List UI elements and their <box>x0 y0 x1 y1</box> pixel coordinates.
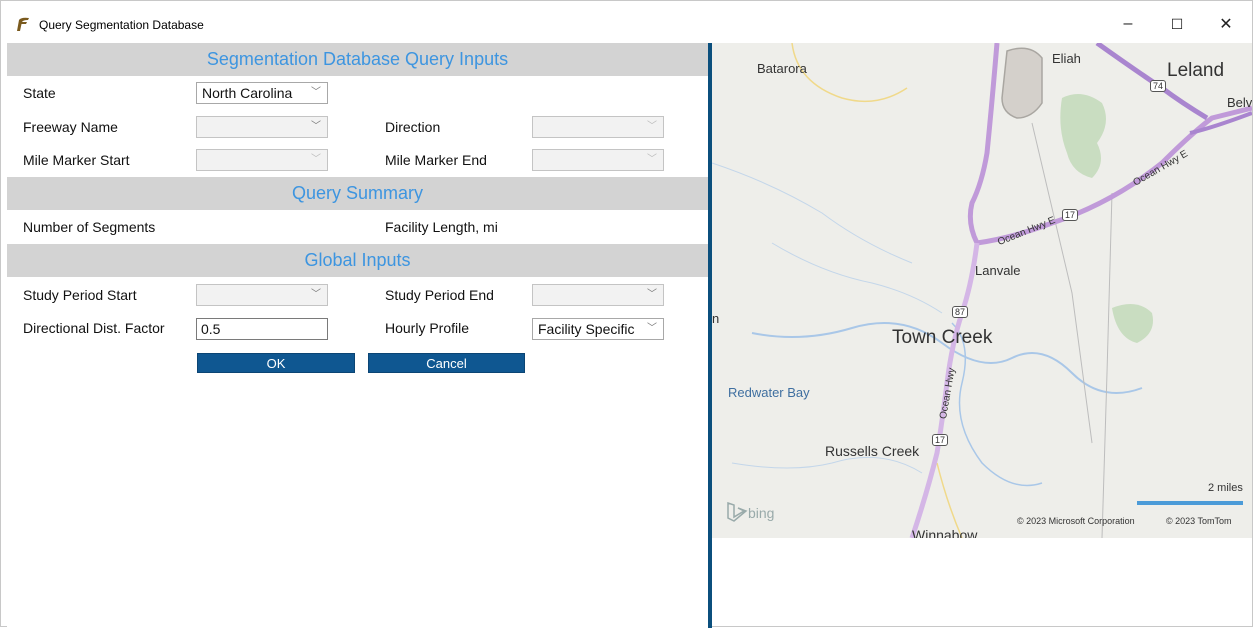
route-shield-17-icon: 17 <box>1062 209 1079 221</box>
section-header-global: Global Inputs <box>7 244 708 277</box>
window-title: Query Segmentation Database <box>39 18 204 32</box>
map-label-town-creek: Town Creek <box>892 327 993 348</box>
map-label-eliah: Eliah <box>1052 51 1081 66</box>
map-view[interactable]: Batarora Eliah Leland Belv Lanvale Town … <box>712 43 1252 538</box>
freeway-name-dropdown[interactable]: ﹀ <box>196 116 328 138</box>
hourly-profile-dropdown[interactable]: Facility Specific ﹀ <box>532 318 664 340</box>
map-label-lanvale: Lanvale <box>975 263 1021 278</box>
mile-marker-end-label: Mile Marker End <box>385 152 487 168</box>
app-logo-icon <box>17 17 29 31</box>
state-value: North Carolina <box>202 85 293 101</box>
map-label-winnabow: Winnabow <box>912 527 978 538</box>
directional-dist-factor-label: Directional Dist. Factor <box>23 320 165 336</box>
chevron-down-icon: ﹀ <box>647 121 657 132</box>
query-form-panel: Segmentation Database Query Inputs State… <box>7 43 708 628</box>
map-label-belv: Belv <box>1227 95 1252 110</box>
chevron-down-icon: ﹀ <box>311 154 321 165</box>
direction-label: Direction <box>385 119 441 135</box>
number-of-segments-label: Number of Segments <box>23 219 156 235</box>
mile-marker-end-dropdown[interactable]: ﹀ <box>532 149 664 171</box>
study-period-end-dropdown[interactable]: ﹀ <box>532 284 664 306</box>
chevron-down-icon: ﹀ <box>311 121 321 132</box>
route-shield-87-icon: 87 <box>952 306 969 318</box>
maximize-button[interactable]: ☐ <box>1154 9 1200 39</box>
chevron-down-icon: ﹀ <box>647 289 657 300</box>
mile-marker-start-label: Mile Marker Start <box>23 152 130 168</box>
close-button[interactable]: ✕ <box>1203 9 1249 39</box>
map-label-leland: Leland <box>1167 60 1225 81</box>
cancel-button[interactable]: Cancel <box>368 353 525 373</box>
state-dropdown[interactable]: North Carolina ﹀ <box>196 82 328 104</box>
scale-label: 2 miles <box>1208 482 1243 494</box>
hourly-profile-label: Hourly Profile <box>385 320 470 336</box>
study-period-end-label: Study Period End <box>385 287 494 303</box>
map-label-redwater-bay: Redwater Bay <box>728 385 810 400</box>
directional-dist-factor-input[interactable]: 0.5 <box>196 318 328 340</box>
study-period-start-label: Study Period Start <box>23 287 137 303</box>
state-label: State <box>23 85 56 101</box>
chevron-down-icon: ﹀ <box>647 323 657 334</box>
freeway-name-label: Freeway Name <box>23 119 118 135</box>
copyright-microsoft: © 2023 Microsoft Corporation <box>1017 516 1135 526</box>
direction-dropdown[interactable]: ﹀ <box>532 116 664 138</box>
ok-button[interactable]: OK <box>197 353 355 373</box>
title-bar: Query Segmentation Database – ☐ ✕ <box>1 1 1252 43</box>
map-label-n: n <box>712 311 720 326</box>
facility-length-label: Facility Length, mi <box>385 219 498 235</box>
chevron-down-icon: ﹀ <box>647 154 657 165</box>
bing-logo: bing <box>748 505 775 521</box>
map-label-batarora: Batarora <box>757 61 807 76</box>
query-window: Query Segmentation Database – ☐ ✕ Segmen… <box>0 0 1253 628</box>
chevron-down-icon: ﹀ <box>311 87 321 98</box>
study-period-start-dropdown[interactable]: ﹀ <box>196 284 328 306</box>
section-header-summary: Query Summary <box>7 177 708 210</box>
hourly-profile-value: Facility Specific <box>538 321 635 337</box>
copyright-tomtom: © 2023 TomTom <box>1166 516 1232 526</box>
map-label-russells-creek: Russells Creek <box>825 443 920 459</box>
chevron-down-icon: ﹀ <box>311 289 321 300</box>
mile-marker-start-dropdown[interactable]: ﹀ <box>196 149 328 171</box>
route-shield-17-icon: 17 <box>932 434 949 446</box>
section-header-inputs: Segmentation Database Query Inputs <box>7 43 708 76</box>
map-canvas <box>712 43 1252 538</box>
route-shield-74-icon: 74 <box>1150 80 1167 92</box>
minimize-button[interactable]: – <box>1105 9 1151 39</box>
